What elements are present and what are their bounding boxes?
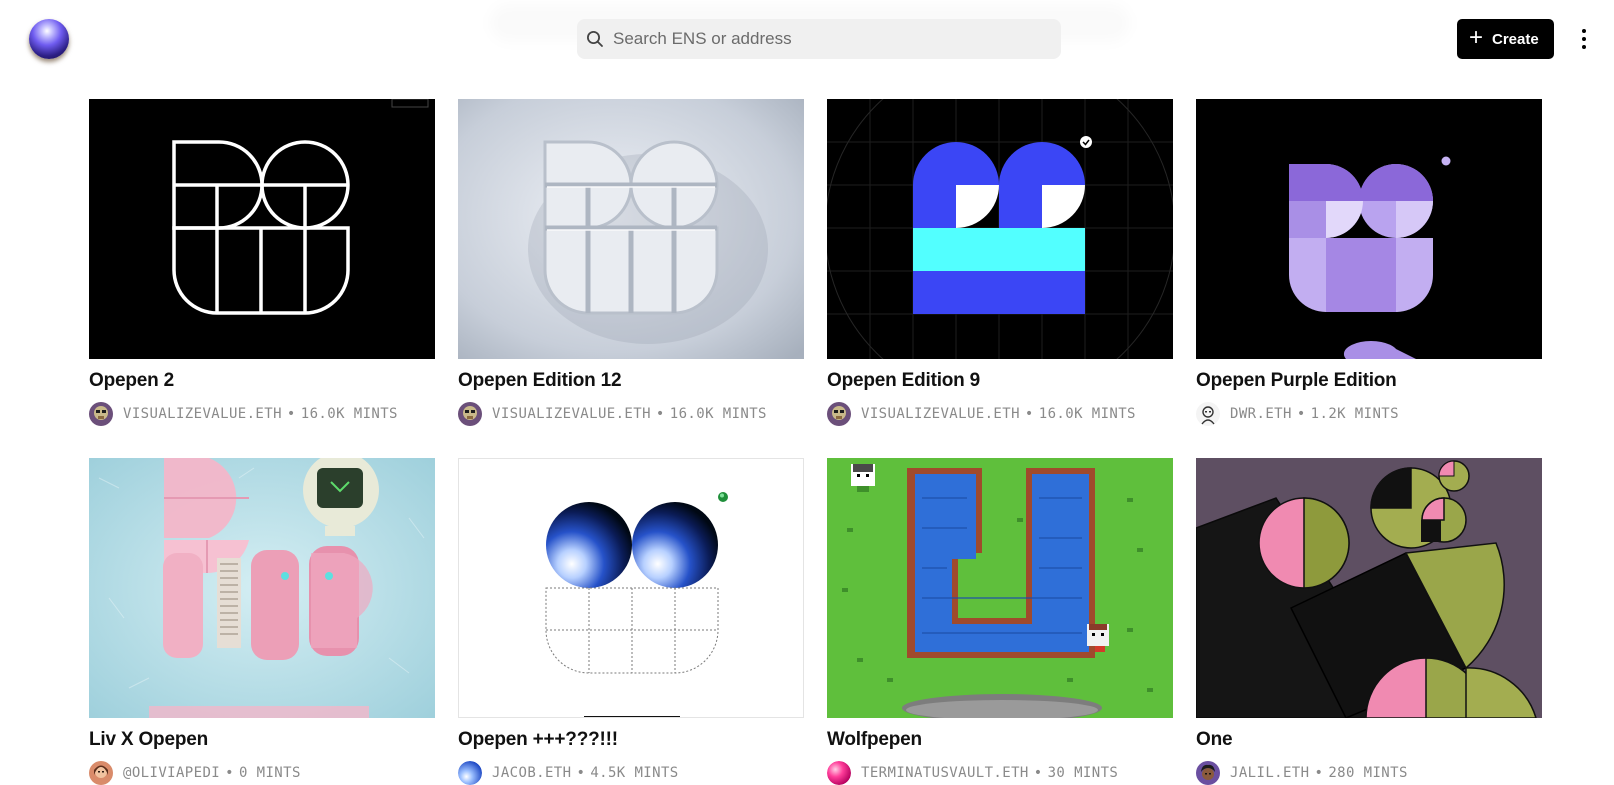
mint-count: 4.5K MINTS (590, 764, 679, 781)
collection-title[interactable]: Opepen Edition 9 (827, 370, 1173, 392)
mint-count: 1.2K MINTS (1310, 405, 1399, 422)
embossed-opepen-artwork (458, 99, 804, 359)
collection-meta: TERMINATUSVAULT.ETH • 30 MINTS (827, 760, 1173, 785)
collection-card[interactable]: Wolfpepen TERMINATUSVAULT.ETH • 30 MINTS (827, 458, 1173, 785)
kebab-dot-icon (1582, 37, 1586, 41)
collection-meta: DWR.ETH • 1.2K MINTS (1196, 401, 1542, 426)
collection-title[interactable]: Opepen Purple Edition (1196, 370, 1542, 392)
mint-count: 0 MINTS (238, 764, 301, 781)
collection-title[interactable]: Opepen +++???!!! (458, 729, 804, 751)
creator-name[interactable]: JALIL.ETH (1230, 765, 1309, 781)
collection-thumbnail[interactable] (1196, 458, 1542, 718)
create-button[interactable]: + Create (1457, 19, 1554, 59)
collection-meta: VISUALIZEVALUE.ETH • 16.0K MINTS (458, 401, 804, 426)
collection-title[interactable]: Wolfpepen (827, 729, 1173, 751)
creator-name[interactable]: TERMINATUSVAULT.ETH (861, 765, 1029, 781)
more-options-button[interactable] (1576, 27, 1592, 51)
geometric-shapes-artwork (1196, 458, 1542, 718)
collection-thumbnail[interactable] (89, 99, 435, 359)
collection-card[interactable]: Opepen 2 VISUALIZEVALUE.ETH • 16.0K MINTS (89, 99, 435, 458)
collection-thumbnail[interactable] (458, 458, 804, 718)
collection-thumbnail[interactable] (89, 458, 435, 718)
blue-spheres-opepen-artwork (459, 459, 803, 717)
collection-grid: Opepen 2 VISUALIZEVALUE.ETH • 16.0K MINTS (89, 99, 1542, 785)
creator-name[interactable]: DWR.ETH (1230, 406, 1292, 422)
collection-meta: JALIL.ETH • 280 MINTS (1196, 760, 1542, 785)
opepen-outline-artwork (89, 99, 435, 359)
top-bar: + Create (0, 0, 1614, 80)
mint-count: 30 MINTS (1047, 764, 1119, 781)
collection-meta: JACOB.ETH • 4.5K MINTS (458, 760, 804, 785)
collection-thumbnail[interactable] (827, 458, 1173, 718)
ape-avatar-icon[interactable] (827, 401, 851, 426)
logo-orb-icon[interactable] (29, 19, 69, 59)
search-icon (587, 31, 603, 47)
pink-orb-avatar-icon[interactable] (827, 760, 851, 785)
mint-count: 16.0K MINTS (300, 405, 398, 422)
collection-meta: VISUALIZEVALUE.ETH • 16.0K MINTS (827, 401, 1173, 426)
purple-opepen-artwork (1196, 99, 1542, 359)
pink-glass-opepen-artwork (89, 458, 435, 718)
ape-avatar-icon[interactable] (458, 401, 482, 426)
orb-avatar-icon[interactable] (458, 760, 482, 785)
search-input[interactable] (613, 19, 1053, 59)
creator-name[interactable]: VISUALIZEVALUE.ETH (861, 406, 1020, 422)
sketch-avatar-icon[interactable] (1196, 401, 1220, 426)
mint-count: 16.0K MINTS (1038, 405, 1136, 422)
collection-card[interactable]: Opepen Edition 9 VISUALIZEVALUE.ETH • 16.0… (827, 99, 1173, 458)
search-bar[interactable] (577, 19, 1061, 59)
pixel-lake-opepen-artwork (827, 458, 1173, 718)
collection-meta: @OLIVIAPEDI • 0 MINTS (89, 760, 435, 785)
portrait-avatar-icon[interactable] (1196, 760, 1220, 785)
mint-count: 280 MINTS (1328, 764, 1408, 781)
photo-avatar-icon[interactable] (89, 760, 113, 785)
creator-name[interactable]: JACOB.ETH (492, 765, 571, 781)
kebab-dot-icon (1582, 45, 1586, 49)
collection-title[interactable]: Opepen Edition 12 (458, 370, 804, 392)
blue-cyan-opepen-artwork (827, 99, 1173, 359)
creator-name[interactable]: VISUALIZEVALUE.ETH (492, 406, 651, 422)
collection-thumbnail[interactable] (458, 99, 804, 359)
collection-title[interactable]: Liv X Opepen (89, 729, 435, 751)
creator-name[interactable]: @OLIVIAPEDI (123, 765, 220, 781)
collection-meta: VISUALIZEVALUE.ETH • 16.0K MINTS (89, 401, 435, 426)
collection-title[interactable]: Opepen 2 (89, 370, 435, 392)
collection-card[interactable]: Opepen Purple Edition DWR.ETH • 1.2K MINTS (1196, 99, 1542, 458)
collection-card[interactable]: One JALIL.ETH • 280 MINTS (1196, 458, 1542, 785)
creator-name[interactable]: VISUALIZEVALUE.ETH (123, 406, 282, 422)
collection-thumbnail[interactable] (1196, 99, 1542, 359)
plus-icon: + (1469, 24, 1484, 51)
mint-count: 16.0K MINTS (669, 405, 767, 422)
collection-card[interactable]: Liv X Opepen @OLIVIAPEDI • 0 MINTS (89, 458, 435, 785)
collection-card[interactable]: Opepen +++???!!! JACOB.ETH • 4.5K MINTS (458, 458, 804, 785)
kebab-dot-icon (1582, 29, 1586, 33)
create-button-label: Create (1492, 30, 1539, 48)
collection-card[interactable]: Opepen Edition 12 VISUALIZEVALUE.ETH • 16.… (458, 99, 804, 458)
collection-thumbnail[interactable] (827, 99, 1173, 359)
collection-title[interactable]: One (1196, 729, 1542, 751)
ape-avatar-icon[interactable] (89, 401, 113, 426)
